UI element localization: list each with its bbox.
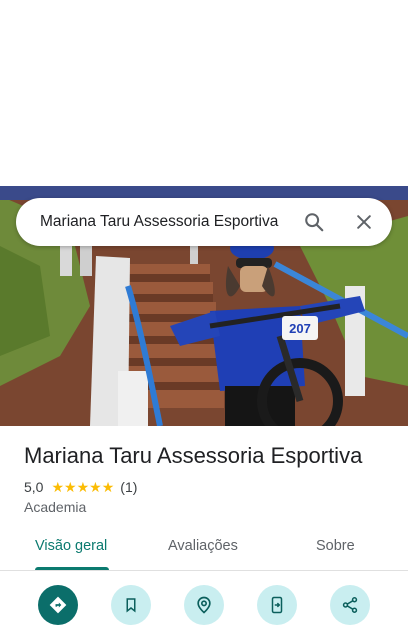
share-icon xyxy=(342,597,358,613)
star-icon: ★ xyxy=(76,479,90,495)
save-button[interactable] xyxy=(111,585,151,625)
tab-reviews[interactable]: Avaliações xyxy=(168,538,238,554)
close-icon[interactable] xyxy=(346,204,382,240)
directions-button[interactable] xyxy=(38,585,78,625)
star-icon: ★ xyxy=(101,479,115,495)
share-button[interactable] xyxy=(330,585,370,625)
place-category[interactable]: Academia xyxy=(24,499,86,515)
star-icon: ★ xyxy=(89,479,102,495)
place-info-panel: Mariana Taru Assessoria Esportiva 5,0 ★ … xyxy=(0,426,408,625)
search-input[interactable]: Mariana Taru Assessoria Esportiva xyxy=(16,213,296,231)
bookmark-icon xyxy=(126,598,136,613)
blank-area xyxy=(0,0,408,186)
rating-value: 5,0 xyxy=(24,479,44,495)
rating-row[interactable]: 5,0 ★ ★ ★ ★ ★ (1) xyxy=(24,479,137,495)
tab-about[interactable]: Sobre xyxy=(316,538,355,554)
tab-overview[interactable]: Visão geral xyxy=(35,538,107,554)
review-count[interactable]: (1) xyxy=(120,479,137,495)
place-title: Mariana Taru Assessoria Esportiva xyxy=(24,443,363,468)
nearby-button[interactable] xyxy=(184,585,224,625)
directions-icon xyxy=(49,596,67,614)
search-bar[interactable]: Mariana Taru Assessoria Esportiva xyxy=(16,198,392,246)
active-tab-indicator xyxy=(35,567,109,570)
star-icon: ★ xyxy=(64,479,77,495)
star-rating: ★ ★ ★ ★ ★ xyxy=(51,480,114,494)
star-icon: ★ xyxy=(51,479,65,495)
search-icon[interactable] xyxy=(296,204,332,240)
nearby-icon xyxy=(197,596,211,614)
bib-number: 207 xyxy=(289,321,311,336)
send-to-phone-icon xyxy=(271,596,283,614)
tab-bar: Visão geral Avaliações Sobre xyxy=(0,532,408,571)
send-to-phone-button[interactable] xyxy=(257,585,297,625)
